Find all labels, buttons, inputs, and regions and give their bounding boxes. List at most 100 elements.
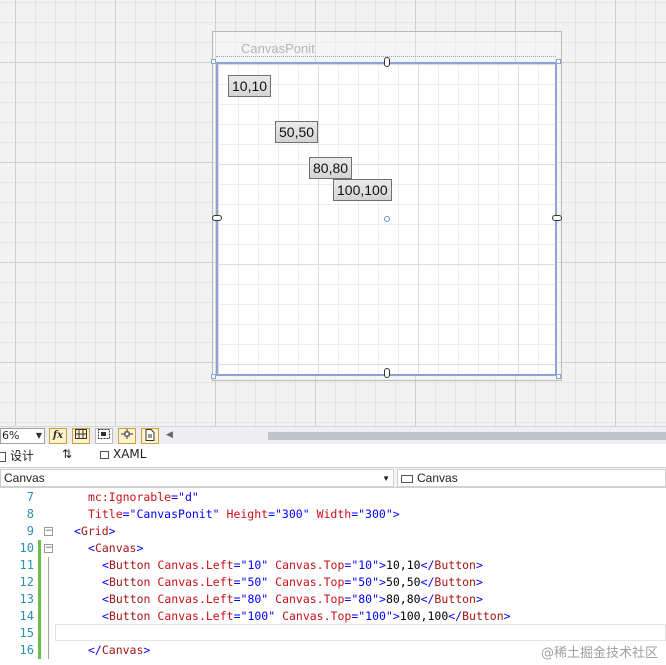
resize-handle-right[interactable] <box>552 215 562 221</box>
code-line[interactable]: 12 <Button Canvas.Left="50" Canvas.Top="5… <box>0 574 666 591</box>
code-token: 10,10 <box>385 558 421 572</box>
code-token: </ <box>420 558 435 572</box>
code-token: Canvas.Top <box>275 558 345 572</box>
code-token: Canvas.Left <box>157 575 234 589</box>
line-number: 10 <box>19 541 34 555</box>
collapse-icon[interactable]: − <box>44 527 53 536</box>
resize-handle-left[interactable] <box>212 215 222 221</box>
fold-guide <box>48 591 49 608</box>
tab-xaml[interactable]: XAML <box>100 447 146 461</box>
code-token: =" <box>351 507 366 521</box>
code-token: ="80" <box>233 592 276 606</box>
corner-handle-top-left[interactable] <box>211 59 216 64</box>
code-token: 300 <box>365 507 386 521</box>
resize-handle-bottom[interactable] <box>384 368 390 378</box>
scroll-left-arrow-icon[interactable]: ◀ <box>166 430 173 440</box>
code-line[interactable]: 13 <Button Canvas.Left="80" Canvas.Top="8… <box>0 591 666 608</box>
code-token: " <box>212 507 227 521</box>
xaml-code-editor[interactable]: 7 mc:Ignorable="d" 8 Title="CanvasPonit" He… <box>0 488 666 665</box>
change-indicator <box>38 540 41 557</box>
code-token: 80,80 <box>385 592 421 606</box>
code-token: =" <box>122 507 137 521</box>
corner-handle-bottom-right[interactable] <box>556 374 561 379</box>
line-number: 15 <box>19 626 34 640</box>
snap-gridlines-button[interactable] <box>95 428 113 444</box>
canvas-button-80-80[interactable]: 80,80 <box>309 157 353 179</box>
code-token: > <box>475 558 483 572</box>
horizontal-scrollbar-thumb[interactable] <box>268 432 666 440</box>
code-token: " <box>191 490 199 504</box>
code-text: <Button Canvas.Left="100" Canvas.Top="10… <box>60 608 511 625</box>
code-text: </Canvas> <box>60 642 150 659</box>
corner-handle-bottom-left[interactable] <box>211 374 216 379</box>
corner-handle-top-right[interactable] <box>556 59 561 64</box>
code-token: 50,50 <box>385 575 421 589</box>
code-token: </ <box>448 609 463 623</box>
code-line[interactable]: 7 mc:Ignorable="d" <box>0 489 666 506</box>
code-token: > <box>475 592 483 606</box>
canvas-button-50-50[interactable]: 50,50 <box>275 121 319 143</box>
xaml-designer-surface[interactable]: CanvasPonit 10,10 50,50 80,80 100,100 <box>0 0 666 426</box>
snap-grid-icon <box>98 429 110 439</box>
code-token: CanvasPonit <box>136 507 213 521</box>
window-title: CanvasPonit <box>241 41 315 56</box>
swap-panes-button[interactable]: ⇅ <box>62 447 72 461</box>
code-token: ="100"> <box>351 609 400 623</box>
code-token: =" <box>268 507 282 521</box>
line-number: 8 <box>26 507 34 521</box>
center-point-marker <box>384 216 390 222</box>
element-dropdown[interactable]: Canvas ▼ <box>0 469 394 487</box>
code-token: =" <box>171 490 185 504</box>
code-line[interactable]: 8 Title="CanvasPonit" Height="300" Width=… <box>0 506 666 523</box>
code-token: Button <box>462 609 504 623</box>
line-number: 13 <box>19 592 34 606</box>
change-indicator <box>38 608 41 625</box>
chevron-down-icon: ▼ <box>35 431 42 440</box>
code-text: <Button Canvas.Left="10" Canvas.Top="10"… <box>60 557 483 574</box>
zoom-dropdown[interactable]: 6% ▼ <box>0 428 45 444</box>
tab-design[interactable]: 设计 <box>0 447 34 464</box>
code-token: Button <box>434 575 476 589</box>
code-token: d <box>184 490 192 504</box>
fx-effects-button[interactable]: fx <box>49 428 67 444</box>
code-token: < <box>102 592 109 606</box>
change-indicator <box>38 642 41 659</box>
code-token: < <box>102 575 109 589</box>
grid-toggle-button[interactable] <box>72 428 90 444</box>
code-token: 100,100 <box>399 609 449 623</box>
change-indicator <box>38 557 41 574</box>
fold-guide <box>48 557 49 574</box>
canvas-button-10-10[interactable]: 10,10 <box>228 75 272 97</box>
code-token: "> <box>385 507 400 521</box>
code-token: > <box>108 524 116 538</box>
code-line[interactable]: 10− <Canvas> <box>0 540 666 557</box>
code-token: ="50" <box>233 575 276 589</box>
project-code-button[interactable] <box>141 428 159 444</box>
code-line[interactable]: 14 <Button Canvas.Left="100" Canvas.Top="… <box>0 608 666 625</box>
code-token: Title <box>88 507 123 521</box>
code-token: Canvas.Top <box>282 609 352 623</box>
code-token: Height <box>226 507 269 521</box>
fold-guide <box>48 574 49 591</box>
code-token: </ <box>420 575 435 589</box>
code-token: Canvas <box>101 643 144 657</box>
code-token: Button <box>434 558 476 572</box>
canvas-button-100-100[interactable]: 100,100 <box>333 179 392 201</box>
code-token: < <box>102 609 109 623</box>
code-line[interactable]: 11 <Button Canvas.Left="10" Canvas.Top="1… <box>0 557 666 574</box>
member-dropdown[interactable]: Canvas <box>397 469 666 487</box>
code-token: mc:Ignorable <box>88 490 172 504</box>
code-line[interactable]: 15 <box>0 625 666 642</box>
code-line[interactable]: 9− <Grid> <box>0 523 666 540</box>
collapse-icon[interactable]: − <box>44 544 53 553</box>
change-indicator <box>38 625 41 642</box>
resize-handle-top[interactable] <box>384 57 390 67</box>
code-token: 300 <box>281 507 303 521</box>
code-text: mc:Ignorable="d" <box>60 489 199 506</box>
snap-lines-button[interactable] <box>118 428 136 444</box>
code-token: Canvas.Top <box>275 592 345 606</box>
code-token: > <box>503 609 511 623</box>
code-text: <Button Canvas.Left="50" Canvas.Top="50"… <box>60 574 483 591</box>
code-token: Canvas <box>94 541 137 555</box>
code-token: Button <box>434 592 476 606</box>
